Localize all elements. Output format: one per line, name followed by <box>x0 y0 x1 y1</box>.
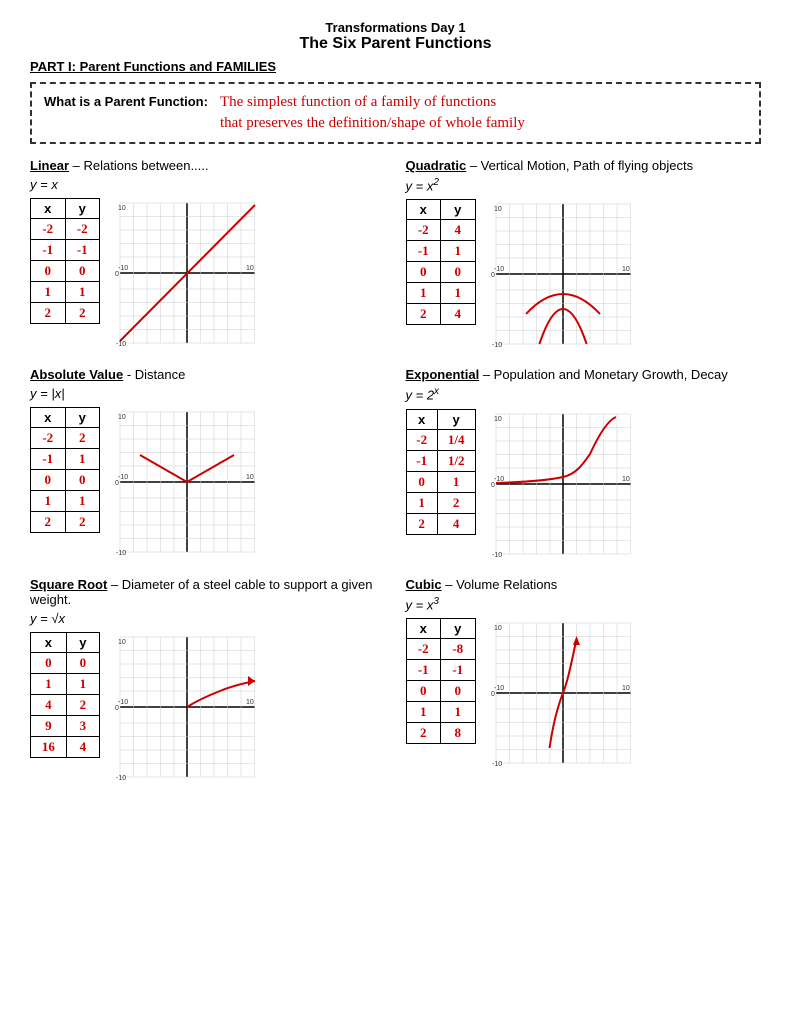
svg-text:-10: -10 <box>494 685 504 692</box>
part1-header: PART I: Parent Functions and FAMILIES <box>30 59 761 74</box>
svg-text:-10: -10 <box>118 474 128 481</box>
cubic-table: xy -2-8 -1-1 00 11 28 <box>406 618 476 744</box>
svg-text:10: 10 <box>494 625 502 632</box>
svg-text:-10: -10 <box>118 699 128 706</box>
page-title: Transformations Day 1 The Six Parent Fun… <box>30 20 761 53</box>
svg-text:10: 10 <box>246 474 254 481</box>
svg-text:10: 10 <box>246 699 254 706</box>
svg-text:-10: -10 <box>116 341 126 348</box>
svg-text:10: 10 <box>622 685 630 692</box>
exponential-title: Exponential – Population and Monetary Gr… <box>406 367 762 382</box>
linear-title: Linear – Relations between..... <box>30 158 386 173</box>
exponential-content: xy -21/4 -11/2 01 12 24 <box>406 409 762 559</box>
svg-text:-10: -10 <box>116 550 126 557</box>
svg-text:10: 10 <box>494 416 502 423</box>
svg-text:10: 10 <box>246 265 254 272</box>
absolute-title: Absolute Value - Distance <box>30 367 386 382</box>
svg-text:10: 10 <box>622 266 630 273</box>
svg-text:10: 10 <box>118 205 126 212</box>
parent-function-box: What is a Parent Function: The simplest … <box>30 82 761 144</box>
quadratic-content: xy -24 -11 00 11 24 <box>406 199 762 349</box>
linear-equation: y = x <box>30 177 386 192</box>
linear-table: xy -2-2 -1-1 00 11 22 <box>30 198 100 324</box>
svg-text:-10: -10 <box>116 775 126 782</box>
linear-graph: 0 10 -10 10 -10 <box>110 198 260 348</box>
parent-function-answer: The simplest function of a family of fun… <box>220 92 525 134</box>
exponential-equation: y = 2x <box>406 386 762 402</box>
squareroot-table: xy 00 11 42 93 164 <box>30 632 100 758</box>
svg-text:-10: -10 <box>492 761 502 768</box>
cubic-content: xy -2-8 -1-1 00 11 28 <box>406 618 762 768</box>
squareroot-graph: 0 10 -10 10 -10 <box>110 632 260 782</box>
quadratic-equation: y = x2 <box>406 177 762 193</box>
absolute-content: xy -22 -11 00 11 22 <box>30 407 386 557</box>
svg-text:0: 0 <box>491 272 495 279</box>
quadratic-table: xy -24 -11 00 11 24 <box>406 199 476 325</box>
linear-content: xy -2-2 -1-1 00 11 22 <box>30 198 386 348</box>
svg-text:0: 0 <box>491 691 495 698</box>
absolute-graph: 0 10 -10 10 -10 <box>110 407 260 557</box>
function-cubic: Cubic – Volume Relations y = x3 xy -2-8 … <box>406 577 762 782</box>
cubic-title: Cubic – Volume Relations <box>406 577 762 592</box>
svg-text:10: 10 <box>118 414 126 421</box>
exponential-table: xy -21/4 -11/2 01 12 24 <box>406 409 476 535</box>
svg-text:0: 0 <box>491 482 495 489</box>
svg-text:10: 10 <box>118 639 126 646</box>
title-line2: The Six Parent Functions <box>30 35 761 53</box>
parent-function-label: What is a Parent Function: <box>44 92 208 109</box>
squareroot-equation: y = √x <box>30 611 386 626</box>
svg-text:10: 10 <box>494 206 502 213</box>
functions-grid: Linear – Relations between..... y = x xy… <box>30 158 761 782</box>
svg-text:-10: -10 <box>492 552 502 559</box>
svg-text:0: 0 <box>115 705 119 712</box>
function-quadratic: Quadratic – Vertical Motion, Path of fly… <box>406 158 762 349</box>
absolute-equation: y = |x| <box>30 386 386 401</box>
quadratic-title: Quadratic – Vertical Motion, Path of fly… <box>406 158 762 173</box>
absolute-table: xy -22 -11 00 11 22 <box>30 407 100 533</box>
svg-text:-10: -10 <box>492 342 502 349</box>
svg-text:-10: -10 <box>118 265 128 272</box>
cubic-graph: 0 10 -10 10 -10 <box>486 618 636 768</box>
title-line1: Transformations Day 1 <box>30 20 761 35</box>
exponential-graph: 0 10 -10 10 -10 <box>486 409 636 559</box>
quadratic-graph: 0 10 -10 10 -10 <box>486 199 636 349</box>
squareroot-content: xy 00 11 42 93 164 <box>30 632 386 782</box>
function-linear: Linear – Relations between..... y = x xy… <box>30 158 386 349</box>
svg-text:-10: -10 <box>494 266 504 273</box>
function-squareroot: Square Root – Diameter of a steel cable … <box>30 577 386 782</box>
svg-text:0: 0 <box>115 271 119 278</box>
svg-text:10: 10 <box>622 476 630 483</box>
function-exponential: Exponential – Population and Monetary Gr… <box>406 367 762 558</box>
squareroot-title: Square Root – Diameter of a steel cable … <box>30 577 386 607</box>
svg-text:0: 0 <box>115 480 119 487</box>
cubic-equation: y = x3 <box>406 596 762 612</box>
function-absolute: Absolute Value - Distance y = |x| xy -22… <box>30 367 386 558</box>
